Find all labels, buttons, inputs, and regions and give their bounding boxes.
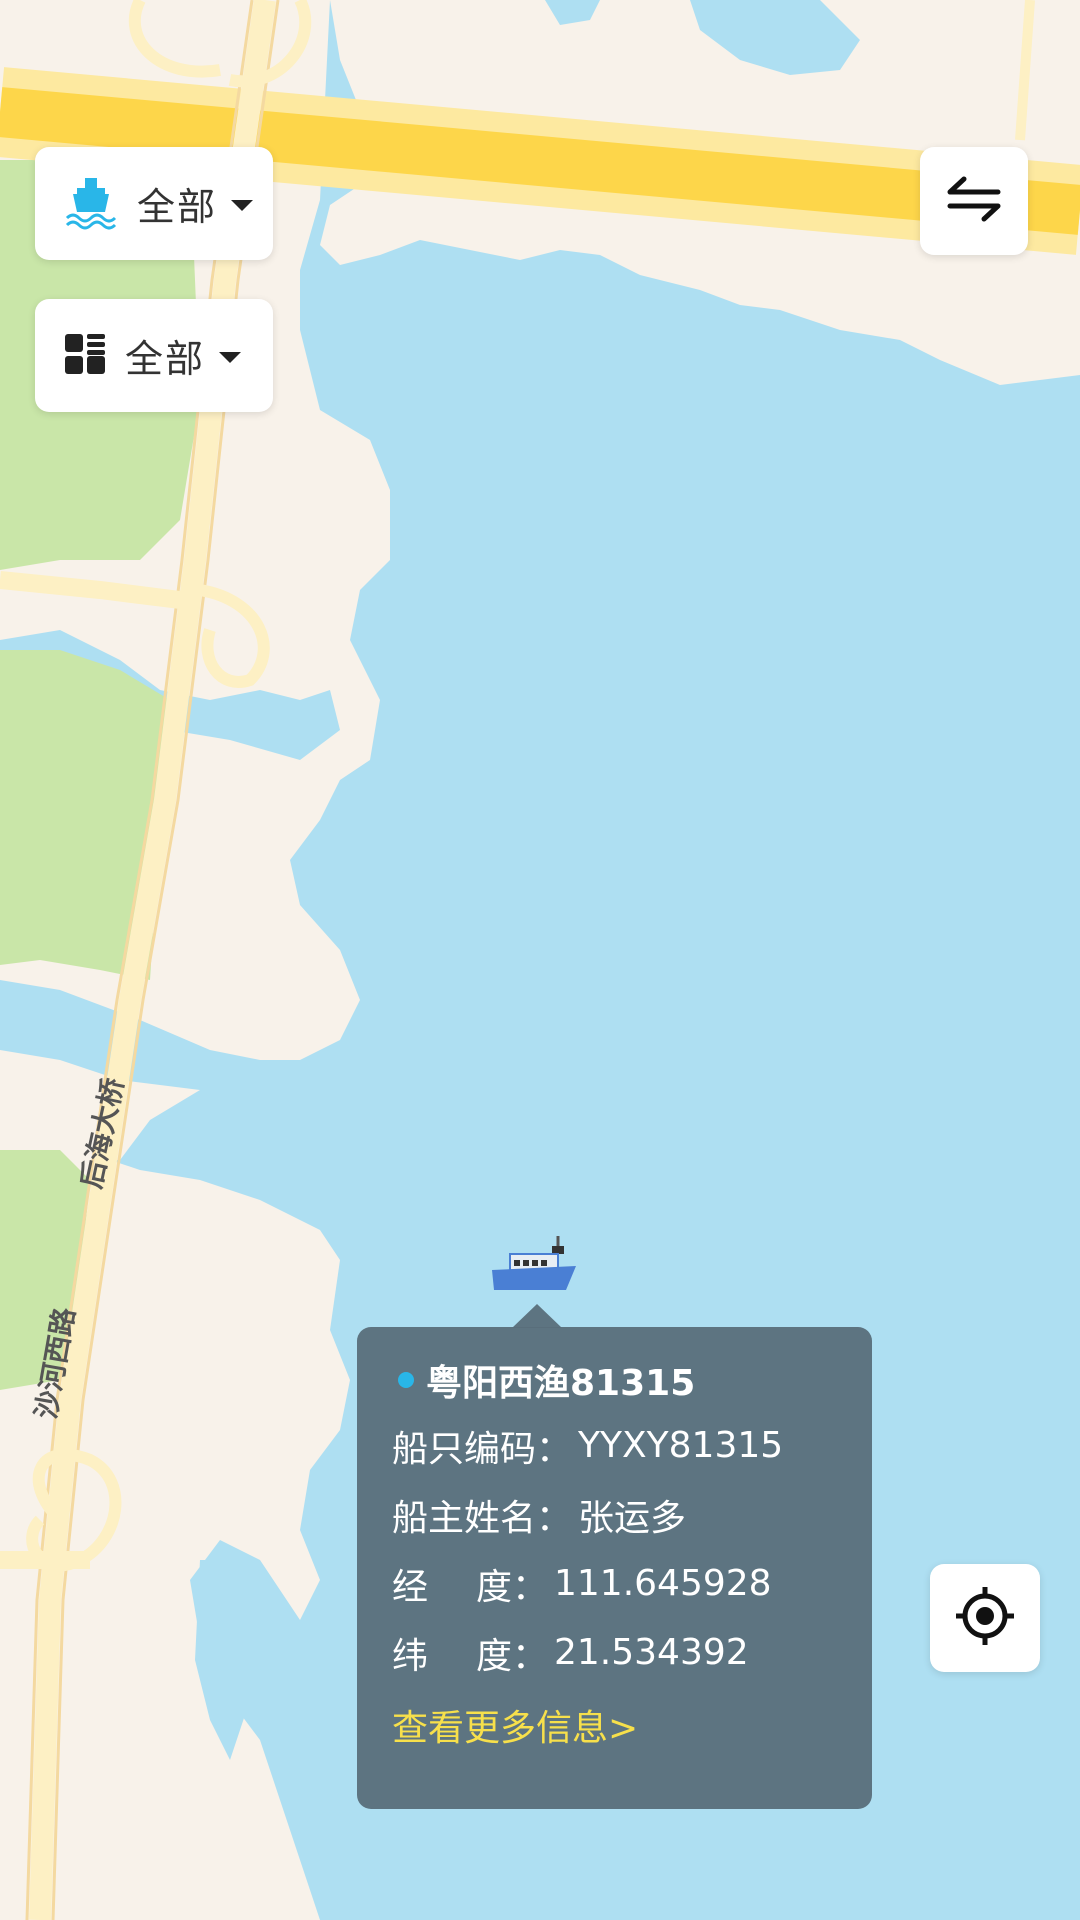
vessel-code-label: 船只编码： — [392, 1428, 573, 1470]
popup-pointer — [512, 1304, 562, 1328]
vessel-type-filter[interactable]: 全部 — [35, 147, 273, 260]
longitude-label-b: 度： — [475, 1566, 548, 1608]
ship-icon — [63, 174, 119, 234]
longitude-label: 经 度： — [392, 1558, 548, 1610]
latitude-label-b: 度： — [475, 1635, 548, 1677]
owner-value: 张运多 — [578, 1497, 687, 1539]
chevron-down-icon — [231, 200, 254, 211]
longitude-label-a: 经 — [392, 1566, 429, 1608]
vessel-code-value: YYXY81315 — [578, 1425, 784, 1466]
grid-icon — [63, 332, 107, 380]
crosshair-locate-icon — [954, 1585, 1016, 1651]
longitude-value: 111.645928 — [554, 1563, 772, 1604]
owner-row: 船主姓名： 张运多 — [392, 1480, 872, 1549]
locate-button[interactable] — [930, 1564, 1040, 1672]
vessel-type-label: 全部 — [137, 185, 218, 229]
category-filter[interactable]: 全部 — [35, 299, 273, 412]
latitude-row: 纬 度： 21.534392 — [392, 1618, 872, 1687]
vessel-code-row: 船只编码： YYXY81315 — [392, 1411, 872, 1480]
swap-arrows-icon — [946, 176, 1002, 226]
fishing-boat-icon[interactable] — [490, 1234, 578, 1294]
vessel-name-row: 粤阳西渔81315 — [392, 1349, 872, 1411]
category-label: 全部 — [125, 337, 206, 381]
owner-label: 船主姓名： — [392, 1497, 573, 1539]
longitude-row: 经 度： 111.645928 — [392, 1549, 872, 1618]
status-dot — [398, 1372, 414, 1388]
latitude-label: 纬 度： — [392, 1627, 548, 1679]
chevron-down-icon — [219, 352, 242, 363]
vessel-info-popup: 粤阳西渔81315 船只编码： YYXY81315 船主姓名： 张运多 经 度：… — [357, 1327, 872, 1809]
vessel-name: 粤阳西渔81315 — [426, 1363, 696, 1404]
swap-button[interactable] — [920, 147, 1028, 255]
latitude-label-a: 纬 — [392, 1635, 429, 1677]
more-info-link[interactable]: 查看更多信息> — [392, 1699, 872, 1751]
latitude-value: 21.534392 — [554, 1632, 749, 1673]
